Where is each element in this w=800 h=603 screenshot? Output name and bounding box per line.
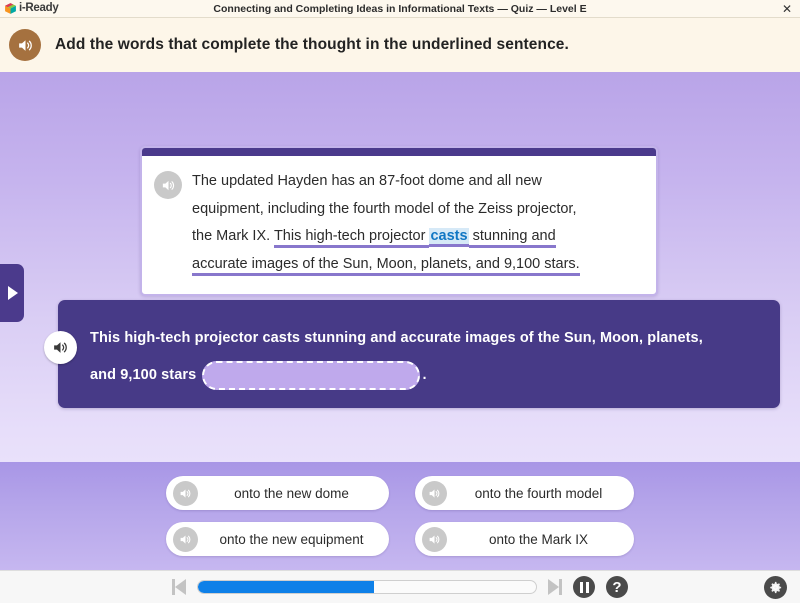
activity-stage: The updated Hayden has an 87-foot dome a… [0,72,800,462]
passage-line-2: equipment, including the fourth model of… [192,200,577,217]
speaker-icon [429,488,440,498]
answer-choices-row-2: onto the new equipment onto the Mark IX [166,522,634,556]
speaker-icon [180,488,191,498]
sentence-speaker-icon[interactable] [44,331,77,364]
close-icon[interactable]: ✕ [780,2,794,16]
passage-line-4-underlined: accurate images of the Sun, Moon, planet… [192,255,580,276]
progress-bar-fill [198,581,374,593]
cube-logo-icon [5,3,16,14]
choice-speaker-icon[interactable] [173,480,198,506]
passage-line-3-plain: the Mark IX. [192,228,274,244]
instruction-banner: Add the words that complete the thought … [0,18,800,72]
brand-name: i-Ready [19,1,59,14]
passage-line-3-underlined-a: This high-tech projector [273,228,430,248]
sentence-line-1: This high-tech projector casts stunning … [90,330,703,346]
pause-icon [579,581,589,593]
progress-bar[interactable] [197,580,537,594]
answer-choice-onto-the-new-equipment[interactable]: onto the new equipment [166,522,389,556]
open-passage-panel-button[interactable] [0,264,24,322]
sentence-text: This high-tech projector casts stunning … [90,320,762,394]
speaker-icon [162,180,174,190]
skip-next-triangle [548,579,559,595]
passage-card: The updated Hayden has an 87-foot dome a… [140,146,658,296]
brand-logo: i-Ready [0,2,150,15]
sentence-line-2-before: and 9,100 stars [90,367,197,383]
settings-button[interactable] [764,575,787,599]
chevron-right-icon [8,286,18,300]
skip-previous-triangle [175,579,186,595]
gear-icon [770,581,782,593]
choice-label: onto the Mark IX [488,531,589,547]
passage-accent-bar [142,148,656,156]
answer-choice-onto-the-mark-ix[interactable]: onto the Mark IX [415,522,634,556]
choice-speaker-icon[interactable] [422,480,447,506]
passage-line-1: The updated Hayden has an 87-foot dome a… [192,173,542,189]
answer-choice-onto-the-new-dome[interactable]: onto the new dome [166,476,389,510]
choice-speaker-icon[interactable] [173,526,198,552]
toolbar-controls: ? [0,576,800,598]
passage-line-3: the Mark IX. This high-tech projector ca… [192,223,642,251]
choice-label: onto the new equipment [219,531,364,547]
speaker-icon [429,534,440,544]
choice-label: onto the new dome [234,485,349,501]
answer-choices-row-1: onto the new dome onto the fourth model [166,476,634,510]
pause-button[interactable] [573,576,595,598]
instruction-text: Add the words that complete the thought … [55,36,569,53]
sentence-line-2-after: . [422,367,427,383]
passage-line-3-underlined-b: stunning and [468,228,556,248]
sentence-drop-panel: This high-tech projector casts stunning … [44,300,780,408]
passage-line-4: accurate images of the Sun, Moon, planet… [192,251,642,279]
passage-speaker-icon[interactable] [154,171,182,199]
help-button[interactable]: ? [606,576,628,598]
answer-choices-panel: onto the new dome onto the fourth model [0,462,800,570]
speaker-icon [18,39,32,51]
skip-next-icon[interactable] [548,579,562,595]
help-icon: ? [612,578,622,596]
sentence-line-2: and 9,100 stars . [90,357,762,394]
instruction-speaker-icon[interactable] [9,29,41,61]
choice-label: onto the fourth model [474,485,603,501]
choice-speaker-icon[interactable] [422,526,447,552]
speaker-icon [54,342,67,353]
title-bar: i-Ready Connecting and Completing Ideas … [0,0,800,18]
bottom-toolbar: ? [0,570,800,603]
skip-previous-icon[interactable] [172,579,186,595]
answer-choice-onto-the-fourth-model[interactable]: onto the fourth model [415,476,634,510]
passage-text: The updated Hayden has an 87-foot dome a… [192,168,642,278]
answer-dropzone[interactable] [202,360,421,390]
iready-quiz-screen: i-Ready Connecting and Completing Ideas … [0,0,800,603]
skip-next-bar [559,579,562,595]
speaker-icon [180,534,191,544]
passage-keyword-casts[interactable]: casts [429,228,469,247]
